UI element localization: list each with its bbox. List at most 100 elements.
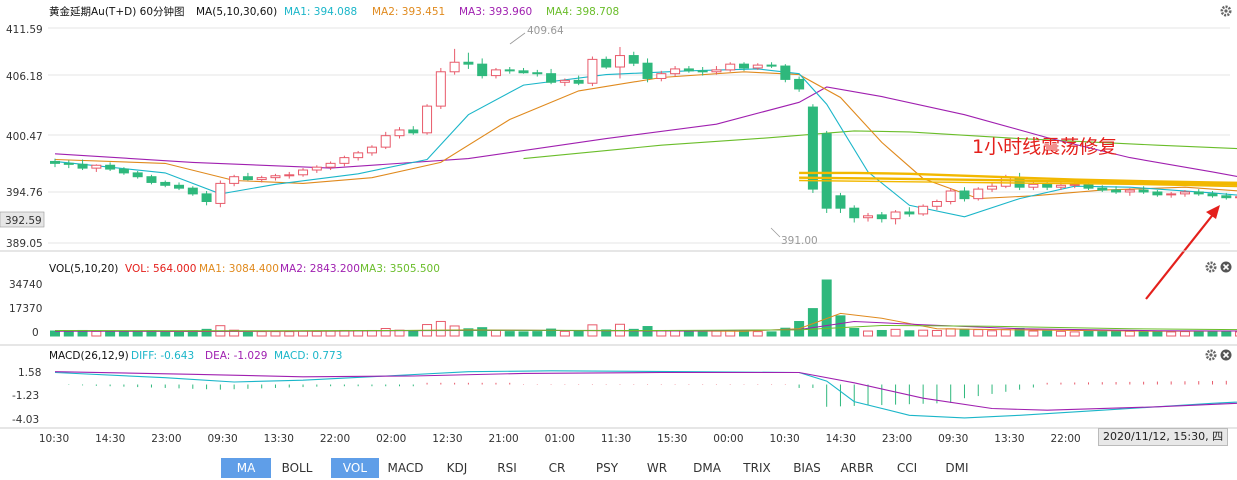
candle [656, 73, 667, 79]
candle [339, 157, 350, 164]
tab-cci[interactable]: CCI [882, 458, 932, 478]
tab-kdj[interactable]: KDJ [432, 458, 482, 478]
vol-indicator-label: VOL(5,10,20) [49, 263, 118, 275]
candle [187, 187, 198, 195]
macd-diff-value: DIFF: -0.643 [131, 350, 194, 362]
candle [945, 190, 956, 203]
gear-icon[interactable] [1205, 349, 1217, 361]
candle [904, 211, 915, 215]
volume-bar [50, 330, 60, 337]
candle [628, 55, 639, 64]
ma2-value: MA2: 393.451 [372, 6, 445, 18]
candle [1028, 183, 1039, 188]
gear-icon[interactable] [1220, 5, 1232, 17]
x-tick-label: 21:00 [488, 433, 518, 445]
candle [284, 174, 295, 177]
x-tick-label: 23:00 [882, 433, 912, 445]
candle [739, 63, 749, 69]
volume-bar [973, 329, 984, 337]
volume-bar [1193, 331, 1204, 337]
close-icon[interactable] [1220, 349, 1232, 361]
candle [794, 78, 805, 90]
candle [63, 162, 74, 165]
candle [422, 105, 433, 134]
candle [50, 160, 60, 164]
candle [146, 176, 157, 183]
candle [408, 129, 419, 134]
tab-cr[interactable]: CR [532, 458, 582, 478]
volume-bar [242, 330, 253, 337]
tab-bias[interactable]: BIAS [782, 458, 832, 478]
candle [752, 64, 763, 69]
vol-y-tick: 0 [32, 327, 39, 339]
candle [242, 176, 253, 181]
candle [959, 190, 970, 200]
annotation-text: 1小时线震荡修复 [972, 136, 1117, 158]
candle [91, 164, 102, 169]
tab-wr[interactable]: WR [632, 458, 682, 478]
chart-canvas: 黄金延期Au(T+D) 60分钟图 MA(5,10,30,60) MA1: 39… [0, 0, 1237, 458]
volume-bar [918, 329, 929, 337]
volume-bar [91, 330, 102, 337]
volume-bar [711, 330, 722, 337]
x-tick-label: 09:30 [207, 433, 237, 445]
candle [201, 193, 212, 203]
candle [766, 64, 777, 67]
candle [1138, 189, 1149, 193]
tab-dma[interactable]: DMA [682, 458, 732, 478]
tab-arbr[interactable]: ARBR [832, 458, 882, 478]
low-price-label: 391.00 [781, 235, 818, 247]
volume-bar [697, 330, 708, 337]
tab-trix[interactable]: TRIX [732, 458, 782, 478]
candle [973, 188, 984, 200]
tab-rsi[interactable]: RSI [482, 458, 532, 478]
vol-y-tick: 34740 [9, 279, 42, 291]
tab-psy[interactable]: PSY [582, 458, 632, 478]
candle [532, 72, 543, 75]
close-icon[interactable] [1220, 261, 1232, 273]
tab-boll[interactable]: BOLL [271, 458, 323, 478]
candle [546, 73, 557, 83]
y-tick-label: 406.18 [6, 71, 43, 83]
x-tick-label: 23:00 [151, 433, 181, 445]
volume-bar [1042, 330, 1053, 337]
candle [1042, 183, 1053, 188]
x-tick-label: 10:30 [769, 433, 799, 445]
candle [725, 63, 736, 71]
volume-bar [739, 330, 749, 337]
candle [670, 68, 681, 75]
tab-dmi[interactable]: DMI [932, 458, 982, 478]
crosshair-time-label: 2020/11/12, 15:30, 四 [1098, 428, 1229, 446]
candle [559, 79, 570, 83]
x-tick-label: 11:30 [601, 433, 631, 445]
candle [518, 70, 529, 74]
volume-bar [931, 329, 942, 337]
volume-bar [132, 330, 143, 337]
candle [1124, 189, 1135, 193]
candle [780, 65, 791, 80]
tab-ma[interactable]: MA [221, 458, 271, 478]
candle [1179, 191, 1190, 195]
volume-bar [353, 330, 364, 337]
volume-bar [435, 320, 446, 337]
volume-bar [890, 328, 901, 337]
volume-bar [1166, 331, 1177, 337]
candle [918, 205, 929, 215]
volume-bar [532, 331, 543, 337]
volume-bar [408, 330, 419, 337]
volume-bar [849, 328, 860, 337]
volume-bar [1179, 331, 1190, 337]
candle [863, 215, 874, 219]
candle [477, 63, 488, 77]
vol-ma3-value: MA3: 3505.500 [360, 263, 440, 275]
tab-macd[interactable]: MACD [379, 458, 432, 478]
volume-bar [683, 331, 694, 337]
gear-icon[interactable] [1205, 261, 1217, 273]
chart-title: 黄金延期Au(T+D) 60分钟图 [49, 5, 185, 18]
volume-bar [63, 330, 74, 337]
volume-bar [1097, 331, 1108, 337]
vol-value: VOL: 564.000 [125, 263, 196, 275]
tab-vol[interactable]: VOL [331, 458, 379, 478]
macd-y-tick: -4.03 [12, 414, 39, 426]
vol-y-tick: 17370 [9, 303, 42, 315]
